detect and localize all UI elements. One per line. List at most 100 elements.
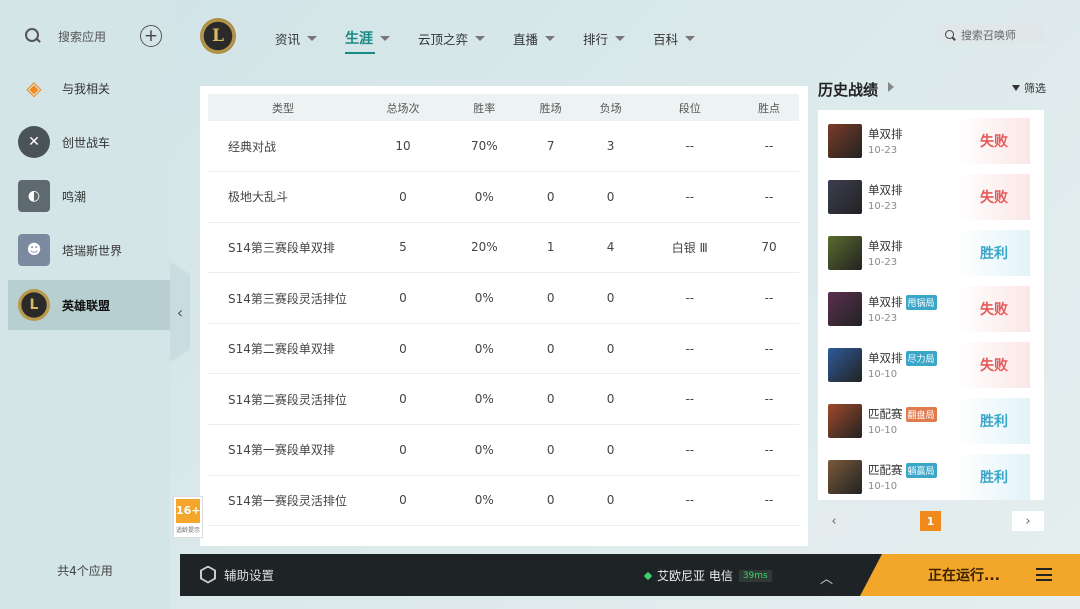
match-item[interactable]: 匹配赛 躺赢局 10-10 胜利	[828, 454, 1038, 504]
column-header: 胜场	[539, 101, 562, 115]
filter-icon	[1012, 85, 1020, 91]
add-app-icon[interactable]: +	[140, 25, 162, 47]
table-cell: 10	[395, 139, 411, 154]
match-result: 失败	[958, 174, 1030, 220]
nav-wiki[interactable]: 百科	[653, 28, 696, 48]
table-cell: 20%	[470, 240, 498, 255]
running-status-label: 正在运行...	[928, 568, 1000, 584]
queue-type-cell: S14第二赛段灵活排位	[228, 392, 347, 407]
queue-type-cell: S14第三赛段灵活排位	[228, 291, 347, 306]
server-name: 艾欧尼亚 电信	[657, 569, 733, 583]
table-cell: 0%	[474, 189, 494, 204]
match-mode: 匹配赛	[868, 407, 903, 421]
table-row[interactable]: S14第一赛段灵活排位 0 0% 0 0 -- --	[208, 475, 799, 526]
next-page-button[interactable]: ›	[1012, 511, 1044, 531]
match-item[interactable]: 单双排 甩锅局 10-23 失败	[828, 286, 1038, 336]
table-cell: 0%	[474, 341, 494, 356]
sidebar-item-crossout[interactable]: ✕ 创世战车	[8, 117, 170, 167]
chevron-right-icon[interactable]	[888, 82, 894, 92]
match-item[interactable]: 匹配赛 翻盘局 10-10 胜利	[828, 398, 1038, 448]
assist-settings-button[interactable]: 辅助设置	[200, 565, 274, 584]
match-date: 10-23	[868, 313, 898, 324]
sidebar-item-wuthering[interactable]: ◐ 鸣潮	[8, 171, 170, 221]
table-row[interactable]: 极地大乱斗 0 0% 0 0 -- --	[208, 172, 799, 223]
nav-live[interactable]: 直播	[513, 28, 556, 48]
table-row[interactable]: S14第一赛段单双排 0 0% 0 0 -- --	[208, 425, 799, 476]
column-header: 负场	[599, 101, 622, 115]
match-mode-line: 单双排	[868, 182, 903, 198]
column-header: 类型	[272, 101, 294, 115]
champion-avatar	[828, 404, 862, 438]
queue-type-cell: 经典对战	[228, 139, 277, 154]
match-item[interactable]: 单双排 尽力局 10-10 失败	[828, 342, 1038, 392]
table-cell: --	[685, 341, 695, 356]
lol-logo[interactable]: L	[200, 18, 236, 54]
table-cell: 0	[546, 392, 555, 407]
table-cell: 0%	[474, 291, 494, 306]
match-result: 失败	[958, 286, 1030, 332]
running-status-button[interactable]: 正在运行...	[860, 554, 1080, 596]
app-sidebar: 搜索应用 + ◈ 与我相关 ✕ 创世战车 ◐ 鸣潮 ☻ 塔瑞斯世界 L 英雄联盟…	[0, 0, 170, 609]
history-title[interactable]: 历史战绩	[818, 79, 878, 100]
table-cell: 0	[606, 189, 615, 204]
table-row[interactable]: S14第二赛段灵活排位 0 0% 0 0 -- --	[208, 374, 799, 425]
chevron-up-icon[interactable]: ︿	[820, 568, 833, 587]
caret-down-icon	[545, 35, 556, 41]
server-selector[interactable]: 艾欧尼亚 电信 39ms	[643, 567, 772, 584]
match-mode: 匹配赛	[868, 463, 903, 477]
table-cell: 0	[546, 442, 555, 457]
table-cell: --	[764, 189, 774, 204]
match-item[interactable]: 单双排 10-23 失败	[828, 174, 1038, 224]
ping-badge: 39ms	[738, 569, 772, 582]
collapse-sidebar-button[interactable]: ‹	[170, 262, 190, 362]
nav-news[interactable]: 资讯	[275, 28, 318, 48]
column-header: 胜点	[757, 101, 780, 115]
table-cell: 0	[606, 442, 615, 457]
sidebar-item-tarisland[interactable]: ☻ 塔瑞斯世界	[8, 225, 170, 275]
filter-label: 筛选	[1024, 82, 1046, 95]
lol-icon: L	[18, 289, 50, 321]
sidebar-item-related[interactable]: ◈ 与我相关	[8, 63, 170, 113]
table-cell: --	[764, 442, 774, 457]
nav-career[interactable]: 生涯	[345, 28, 391, 54]
nav-label: 生涯	[345, 31, 374, 47]
table-cell: 4	[606, 240, 615, 255]
match-mode-line: 单双排 尽力局	[868, 350, 937, 366]
hamburger-menu-icon[interactable]	[1036, 568, 1052, 581]
prev-page-button[interactable]: ‹	[818, 511, 850, 531]
match-mode: 单双排	[868, 183, 903, 197]
table-cell: 0	[606, 291, 615, 306]
table-cell: 白银 Ⅲ	[671, 240, 708, 255]
column-header: 段位	[678, 101, 701, 115]
filter-button[interactable]: 筛选	[1012, 80, 1046, 96]
match-item[interactable]: 单双排 10-23 胜利	[828, 230, 1038, 280]
match-date: 10-23	[868, 257, 898, 268]
hexagon-icon	[200, 565, 216, 584]
table-cell: --	[764, 493, 774, 508]
table-row[interactable]: 经典对战 10 70% 7 3 -- --	[208, 121, 799, 172]
champion-avatar	[828, 180, 862, 214]
current-page[interactable]: 1	[920, 511, 941, 531]
column-header: 胜率	[473, 101, 496, 115]
sidebar-search[interactable]: 搜索应用 +	[0, 0, 170, 72]
table-row[interactable]: S14第二赛段单双排 0 0% 0 0 -- --	[208, 323, 799, 374]
nav-label: 资讯	[275, 31, 301, 47]
match-date: 10-23	[868, 201, 898, 212]
sidebar-item-lol[interactable]: L 英雄联盟	[8, 280, 170, 330]
table-cell: 1	[546, 240, 555, 255]
table-row[interactable]: S14第三赛段单双排 5 20% 1 4 白银 Ⅲ 70	[208, 222, 799, 273]
table-cell: 3	[606, 139, 615, 154]
table-row[interactable]: S14第三赛段灵活排位 0 0% 0 0 -- --	[208, 273, 799, 324]
sidebar-search-label[interactable]: 搜索应用	[58, 28, 124, 45]
search-icon[interactable]	[24, 27, 42, 45]
summoner-search-input[interactable]: 搜索召唤师	[937, 25, 1046, 45]
match-item[interactable]: 单双排 10-23 失败	[828, 118, 1038, 168]
nav-label: 直播	[513, 31, 539, 47]
table-cell: 70%	[470, 139, 498, 154]
nav-ranking[interactable]: 排行	[583, 28, 626, 48]
match-date: 10-10	[868, 425, 898, 436]
nav-tft[interactable]: 云顶之弈	[418, 28, 486, 48]
table-cell: 0	[399, 189, 407, 204]
assist-label: 辅助设置	[224, 568, 275, 583]
match-tag-badge: 尽力局	[905, 350, 937, 366]
